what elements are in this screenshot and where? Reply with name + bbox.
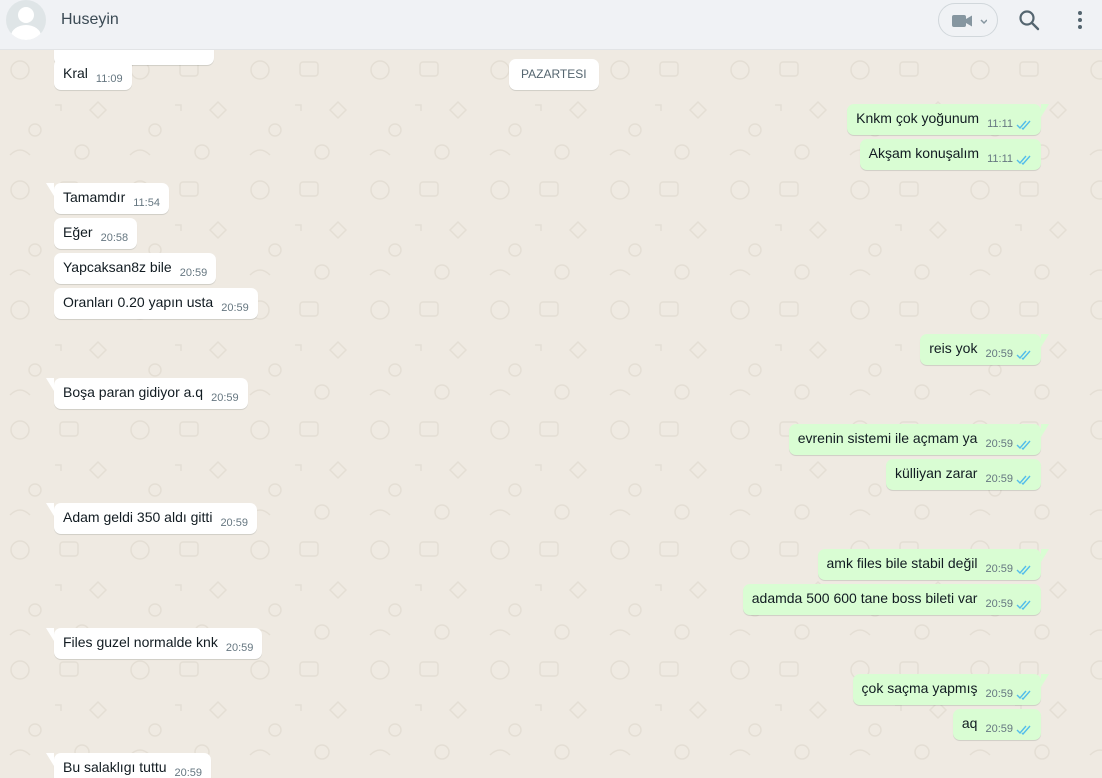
message-bubble-outgoing[interactable]: reis yok 20:59 xyxy=(920,334,1049,365)
message-bubble-outgoing[interactable]: çok saçma yapmış 20:59 xyxy=(852,674,1049,705)
message-text: çok saçma yapmış xyxy=(861,679,978,696)
video-call-button[interactable] xyxy=(938,3,998,37)
message-time: 11:09 xyxy=(95,73,123,85)
chat-header: Huseyin xyxy=(0,0,1102,50)
date-separator: PAZARTESI xyxy=(509,59,599,90)
bubble-tail xyxy=(1041,424,1049,437)
message-meta: 11:11 xyxy=(987,118,1032,130)
avatar-head-shape xyxy=(18,7,34,23)
message-bubble-incoming[interactable]: Kral 11:09 xyxy=(54,59,132,90)
double-check-icon xyxy=(1016,690,1031,700)
message-text: Bu salaklıgı tuttu xyxy=(63,758,167,775)
message-time: 20:59 xyxy=(985,563,1013,575)
message-meta: 20:59 xyxy=(985,348,1032,360)
message-bubble-outgoing[interactable]: evrenin sistemi ile açmam ya 20:59 xyxy=(788,424,1049,455)
message-text: Knkm çok yoğunum xyxy=(856,109,980,126)
bubble-tail xyxy=(46,503,54,516)
message-bubble-incoming[interactable]: Bu salaklıgı tuttu 20:59 xyxy=(46,753,212,778)
message-text: külliyan zarar xyxy=(894,464,978,481)
bubble-tail xyxy=(1041,674,1049,687)
avatar-body-shape xyxy=(11,25,41,40)
message-time: 20:59 xyxy=(985,473,1013,485)
message-text: Adam geldi 350 aldı gitti xyxy=(63,508,213,525)
contact-name[interactable]: Huseyin xyxy=(61,11,119,29)
message-time: 20:59 xyxy=(179,267,208,279)
message-text: evrenin sistemi ile açmam ya xyxy=(797,429,978,446)
message-bubble-outgoing[interactable]: amk files bile stabil değil 20:59 xyxy=(817,549,1049,580)
message-bubble-outgoing[interactable]: külliyan zarar 20:59 xyxy=(885,459,1041,490)
message-text: Akşam konuşalım xyxy=(868,144,980,161)
message-bubble-incoming[interactable]: Boşa paran gidiyor a.q 20:59 xyxy=(46,378,248,409)
bubble-tail xyxy=(46,628,54,641)
double-check-icon xyxy=(1016,440,1031,450)
message-meta: 11:11 xyxy=(987,153,1032,165)
message-time: 20:59 xyxy=(225,642,254,654)
double-check-icon xyxy=(1016,600,1031,610)
message-bubble-incoming[interactable]: Tamamdır 11:54 xyxy=(46,183,169,214)
message-meta: 20:59 xyxy=(985,473,1032,485)
message-text: Eğer xyxy=(63,223,93,240)
message-meta: 20:59 xyxy=(985,723,1032,735)
message-time: 20:59 xyxy=(985,723,1013,735)
message-time: 11:11 xyxy=(987,118,1013,130)
double-check-icon xyxy=(1016,155,1031,165)
message-meta: 20:59 xyxy=(985,598,1032,610)
double-check-icon xyxy=(1016,120,1031,130)
message-time: 20:59 xyxy=(985,348,1013,360)
message-time: 20:59 xyxy=(174,767,203,778)
message-bubble-incoming[interactable]: Yapcaksan8z bile 20:59 xyxy=(54,253,217,284)
message-meta: 20:59 xyxy=(985,438,1032,450)
video-call-icon xyxy=(952,15,987,27)
message-text: aq xyxy=(961,714,978,731)
bubble-tail xyxy=(1041,334,1049,347)
message-time: 20:59 xyxy=(985,438,1013,450)
double-check-icon xyxy=(1016,565,1031,575)
message-text: Oranları 0.20 yapın usta xyxy=(63,293,214,310)
message-text: amk files bile stabil değil xyxy=(826,554,978,571)
bubble-tail xyxy=(1041,104,1049,117)
message-meta: 20:59 xyxy=(985,688,1032,700)
message-time: 20:59 xyxy=(211,392,239,404)
bubble-tail xyxy=(46,183,54,196)
message-time: 20:59 xyxy=(220,517,248,529)
message-bubble-outgoing[interactable]: aq 20:59 xyxy=(952,709,1041,740)
message-time: 20:59 xyxy=(985,598,1013,610)
message-time: 20:59 xyxy=(985,688,1013,700)
avatar[interactable] xyxy=(6,0,46,40)
message-time: 20:59 xyxy=(221,302,249,314)
message-bubble-outgoing[interactable]: Knkm çok yoğunum 11:11 xyxy=(847,104,1049,135)
message-text: Kral xyxy=(63,64,88,81)
message-text: Tamamdır xyxy=(63,188,126,205)
double-check-icon xyxy=(1016,475,1031,485)
message-text: Files guzel normalde knk xyxy=(63,633,218,650)
message-time: 20:58 xyxy=(100,232,129,244)
message-text: Boşa paran gidiyor a.q xyxy=(63,383,204,400)
search-icon[interactable] xyxy=(1018,9,1040,31)
message-bubble-incoming[interactable]: Eğer 20:58 xyxy=(54,218,138,249)
message-text: Yapcaksan8z bile xyxy=(63,258,172,275)
bubble-tail xyxy=(1041,549,1049,562)
message-text: adamda 500 600 tane boss bileti var xyxy=(751,589,978,606)
message-time: 11:11 xyxy=(987,153,1013,165)
menu-icon[interactable] xyxy=(1071,9,1089,31)
message-text: reis yok xyxy=(929,339,978,356)
bubble-tail xyxy=(46,378,54,391)
message-time: 11:54 xyxy=(133,197,160,209)
chat-area[interactable]: PAZARTESI Kral 11:09 Knkm çok yoğunum 11… xyxy=(0,50,1102,778)
message-bubble-incoming[interactable]: Adam geldi 350 aldı gitti 20:59 xyxy=(46,503,257,534)
chevron-down-icon xyxy=(980,19,987,25)
double-check-icon xyxy=(1016,350,1031,360)
message-bubble-incoming[interactable]: Files guzel normalde knk 20:59 xyxy=(46,628,263,659)
bubble-tail xyxy=(46,753,54,766)
message-bubble-incoming[interactable]: Oranları 0.20 yapın usta 20:59 xyxy=(54,288,258,319)
double-check-icon xyxy=(1016,725,1031,735)
message-meta: 20:59 xyxy=(985,563,1032,575)
message-bubble-outgoing[interactable]: adamda 500 600 tane boss bileti var 20:5… xyxy=(742,584,1041,615)
message-bubble-outgoing[interactable]: Akşam konuşalım 11:11 xyxy=(859,139,1041,170)
